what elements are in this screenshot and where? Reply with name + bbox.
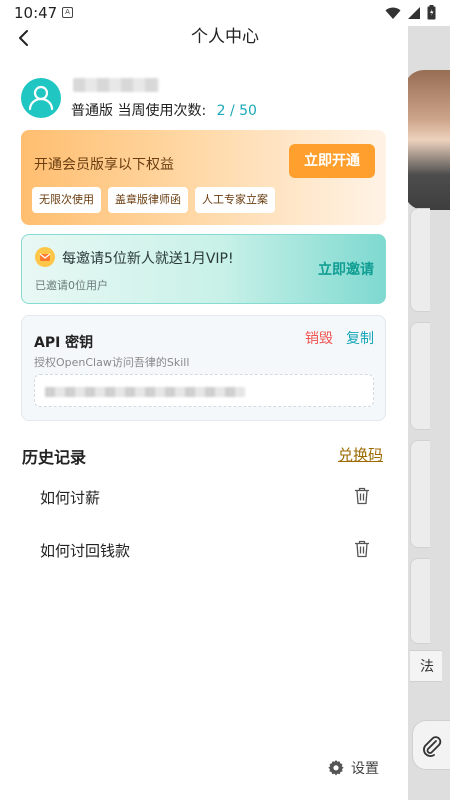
background-card xyxy=(410,440,430,548)
user-info: 普通版 当周使用次数: 2 / 50 xyxy=(21,78,391,122)
user-icon xyxy=(28,85,54,111)
plan-label: 普通版 xyxy=(71,103,113,119)
usage-label: 当周使用次数: xyxy=(117,103,207,119)
copy-key-button[interactable]: 复制 xyxy=(346,328,374,348)
invite-button[interactable]: 立即邀请 xyxy=(318,259,374,279)
api-key-title: API 密钥 xyxy=(34,335,94,351)
settings-label: 设置 xyxy=(351,761,379,777)
revoke-key-button[interactable]: 销毁 xyxy=(305,328,333,348)
gear-icon xyxy=(328,760,344,776)
api-key-card: API 密钥 销毁 复制 授权OpenClaw访问吾律的Skill xyxy=(21,315,386,421)
history-item[interactable]: 如何讨薪 xyxy=(40,487,380,511)
api-key-redacted xyxy=(45,387,245,397)
avatar[interactable] xyxy=(21,78,61,118)
attach-button xyxy=(412,720,450,770)
history-item-label: 如何讨回钱款 xyxy=(40,542,131,560)
status-icons xyxy=(385,5,436,20)
background-law-tab: 法 xyxy=(410,650,442,682)
user-meta: 普通版 当周使用次数: 2 / 50 xyxy=(71,100,257,120)
perk-tag: 人工专家立案 xyxy=(195,187,275,213)
perk-tag: 盖章版律师函 xyxy=(108,187,188,213)
signal-icon xyxy=(408,6,420,19)
trash-icon[interactable] xyxy=(354,487,370,505)
perk-tag: 无限次使用 xyxy=(32,187,101,213)
status-bar: 10:47 A xyxy=(0,0,450,26)
status-time: 10:47 xyxy=(14,4,58,22)
api-key-field[interactable] xyxy=(34,374,374,407)
open-membership-button[interactable]: 立即开通 xyxy=(289,144,375,178)
username-redacted xyxy=(73,78,159,92)
wifi-icon xyxy=(385,7,401,19)
history-title: 历史记录 xyxy=(22,448,87,467)
profile-drawer: 个人中心 普通版 当周使用次数: 2 / 50 开通会员版享以下权益 立即开通 … xyxy=(0,26,408,800)
invite-title: 每邀请5位新人就送1月VIP! xyxy=(62,251,234,267)
notification-icon: A xyxy=(62,7,73,18)
settings-button[interactable]: 设置 xyxy=(327,758,379,778)
header: 个人中心 xyxy=(0,26,408,50)
battery-icon xyxy=(427,5,436,20)
usage-count: 2 / 50 xyxy=(216,103,257,119)
redeem-code-link[interactable]: 兑换码 xyxy=(338,444,383,465)
membership-title: 开通会员版享以下权益 xyxy=(34,157,174,173)
membership-card: 开通会员版享以下权益 立即开通 无限次使用 盖章版律师函 人工专家立案 xyxy=(21,130,386,225)
assistant-avatar xyxy=(404,70,450,210)
paperclip-icon xyxy=(423,736,442,757)
invite-card: 每邀请5位新人就送1月VIP! 已邀请0位用户 立即邀请 xyxy=(21,234,386,304)
background-card xyxy=(410,322,430,430)
background-card xyxy=(410,208,430,312)
perk-list: 无限次使用 盖章版律师函 人工专家立案 xyxy=(32,187,275,213)
background-card xyxy=(410,558,430,644)
envelope-icon xyxy=(35,247,55,267)
history-item-label: 如何讨薪 xyxy=(40,489,101,507)
trash-icon[interactable] xyxy=(354,540,370,558)
page-title: 个人中心 xyxy=(191,27,259,47)
api-key-description: 授权OpenClaw访问吾律的Skill xyxy=(34,356,190,369)
history-item[interactable]: 如何讨回钱款 xyxy=(40,540,380,564)
invite-count: 已邀请0位用户 xyxy=(35,279,108,292)
